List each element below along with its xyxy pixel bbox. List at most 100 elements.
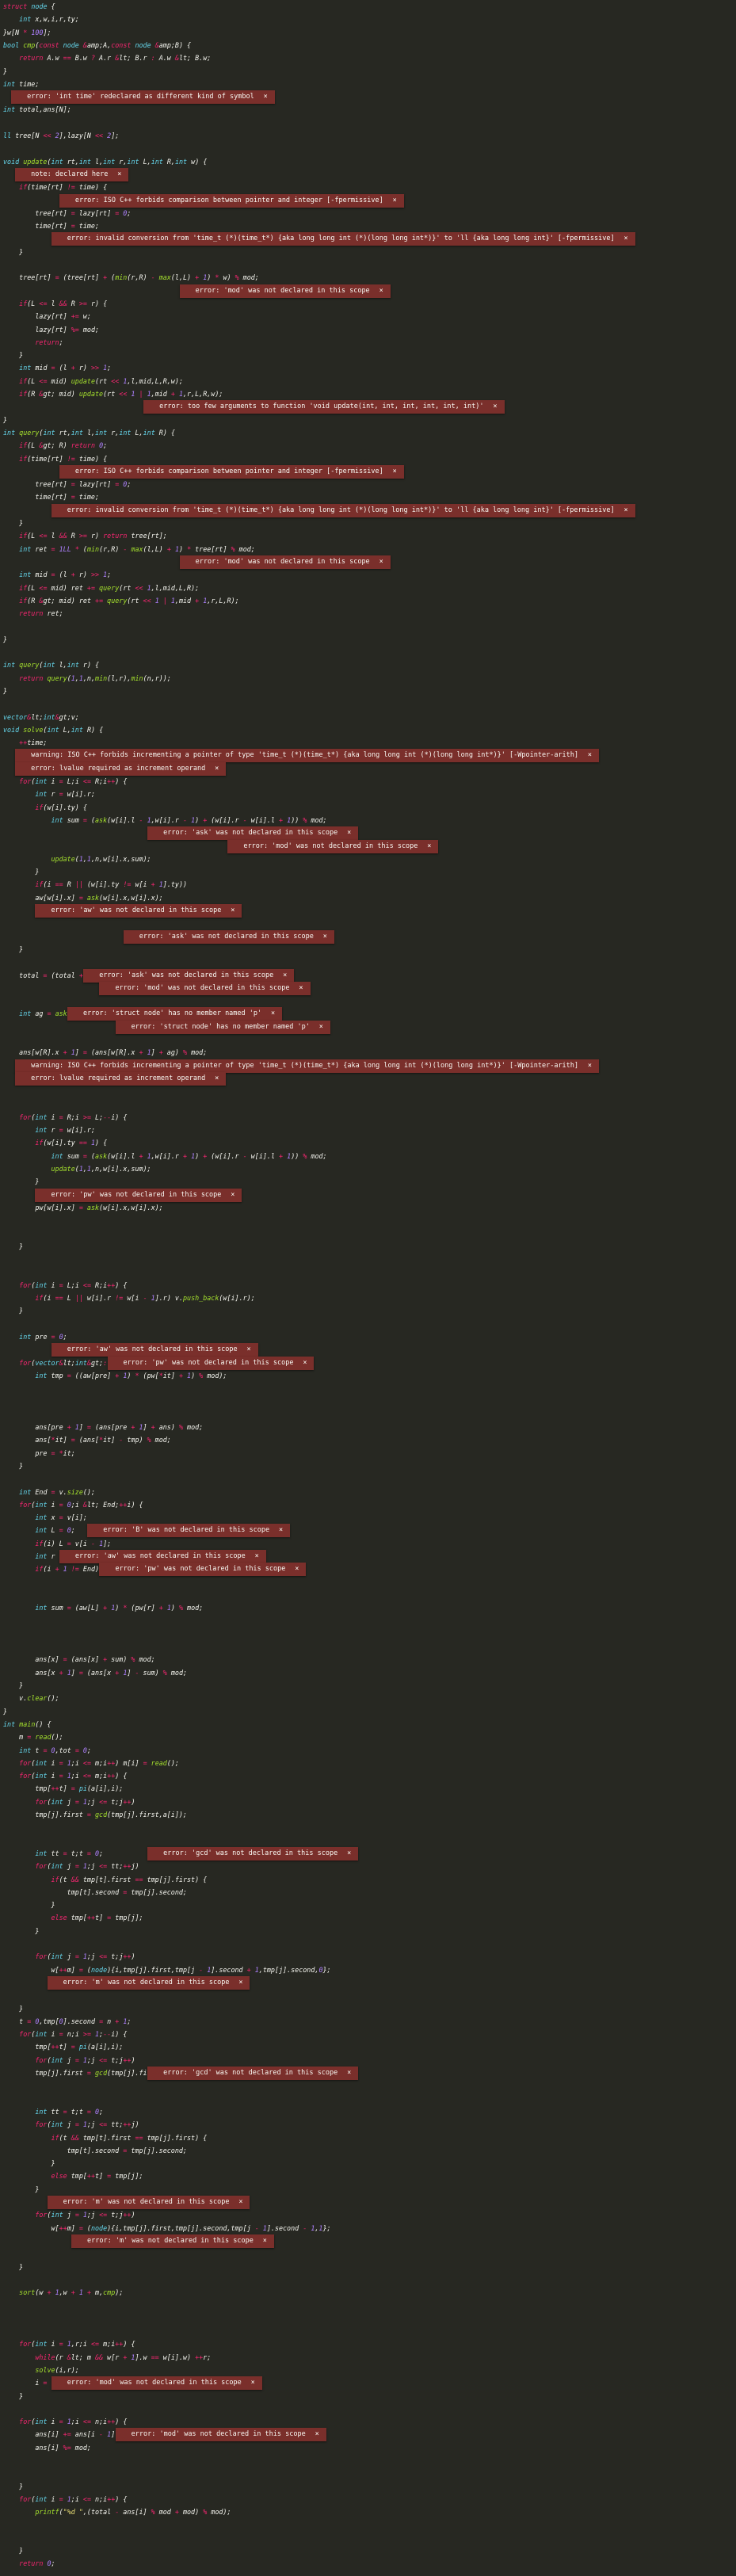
close-icon[interactable]: × bbox=[303, 1357, 307, 1370]
close-icon[interactable]: × bbox=[215, 1072, 219, 1086]
code-line: vector&lt;int&gt;v; bbox=[3, 712, 79, 721]
code-line: int mid = (l + r) >> 1; bbox=[19, 364, 112, 372]
code-line: if(time[rt] != time) { bbox=[19, 454, 108, 463]
close-icon[interactable]: × bbox=[393, 465, 397, 479]
close-icon[interactable]: × bbox=[215, 762, 219, 776]
error-tooltip[interactable]: error: 'm' was not declared in this scop… bbox=[47, 2196, 250, 2209]
close-icon[interactable]: × bbox=[264, 90, 268, 104]
error-tooltip[interactable]: error: 'ask' was not declared in this sc… bbox=[147, 826, 359, 841]
error-tooltip[interactable]: warning: ISO C++ forbids incrementing a … bbox=[15, 1059, 600, 1073]
close-icon[interactable]: × bbox=[238, 2196, 242, 2209]
code-line: if(R &gt; mid) update(rt << 1 | 1,mid + … bbox=[19, 390, 223, 398]
code-editor[interactable]: struct node { int x,w,i,r,ty;}w[N * 100]… bbox=[0, 0, 736, 2576]
code-line: if(L <= l && R >= r) return tree[rt]; bbox=[19, 532, 167, 540]
error-tooltip[interactable]: error: 'B' was not declared in this scop… bbox=[87, 1524, 291, 1538]
close-icon[interactable]: × bbox=[319, 1021, 323, 1034]
close-icon[interactable]: × bbox=[271, 1007, 275, 1021]
close-icon[interactable]: × bbox=[379, 284, 383, 298]
code-line: w[++m] = (node){i,tmp[j].first,tmp[j - 1… bbox=[3, 1965, 331, 1974]
close-icon[interactable]: × bbox=[247, 1343, 251, 1357]
error-tooltip[interactable]: error: 'aw' was not declared in this sco… bbox=[35, 904, 242, 918]
error-tooltip[interactable]: error: 'pw' was not declared in this sco… bbox=[107, 1356, 315, 1370]
close-icon[interactable]: × bbox=[393, 194, 397, 208]
close-icon[interactable]: × bbox=[231, 904, 235, 918]
error-tooltip[interactable]: error: 'int time' redeclared as differen… bbox=[11, 90, 275, 105]
error-tooltip[interactable]: error: invalid conversion from 'time_t (… bbox=[51, 503, 635, 517]
error-tooltip[interactable]: error: 'mod' was not declared in this sc… bbox=[115, 2428, 326, 2442]
close-icon[interactable]: × bbox=[263, 2234, 267, 2248]
error-message: error: 'aw' was not declared in this sco… bbox=[67, 1345, 238, 1354]
error-tooltip[interactable]: error: ISO C++ forbids comparison betwee… bbox=[59, 193, 404, 208]
close-icon[interactable]: × bbox=[117, 168, 121, 181]
error-tooltip[interactable]: error: 'pw' was not declared in this sco… bbox=[35, 1188, 242, 1202]
error-message: error: 'ask' was not declared in this sc… bbox=[163, 829, 338, 838]
code-line: else tmp[++t] = tmp[j]; bbox=[51, 2172, 143, 2181]
code-line: void update(int rt,int l,int r,int L,int… bbox=[3, 157, 208, 166]
close-icon[interactable]: × bbox=[283, 969, 287, 983]
error-tooltip[interactable]: error: 'struct node' has no member named… bbox=[115, 1020, 330, 1034]
close-icon[interactable]: × bbox=[493, 400, 497, 414]
error-tooltip[interactable]: error: 'struct node' has no member named… bbox=[67, 1007, 283, 1021]
error-tooltip[interactable]: error: 'm' was not declared in this scop… bbox=[47, 1975, 250, 1990]
error-tooltip[interactable]: error: 'pw' was not declared in this sco… bbox=[99, 1563, 307, 1577]
error-message: error: 'ask' was not declared in this sc… bbox=[139, 932, 314, 941]
code-line: for(int i = 1;i <= m;i++) { bbox=[19, 1772, 128, 1780]
code-line: } bbox=[3, 2547, 24, 2555]
error-tooltip[interactable]: error: too few arguments to function 'vo… bbox=[143, 400, 505, 414]
close-icon[interactable]: × bbox=[427, 840, 431, 853]
error-tooltip[interactable]: error: invalid conversion from 'time_t (… bbox=[51, 232, 635, 246]
close-icon[interactable]: × bbox=[624, 232, 627, 246]
error-tooltip[interactable]: error: 'mod' was not declared in this sc… bbox=[99, 981, 311, 995]
close-icon[interactable]: × bbox=[315, 2428, 319, 2441]
error-tooltip[interactable]: error: lvalue required as increment oper… bbox=[15, 1071, 227, 1086]
code-line: } bbox=[3, 1307, 24, 1315]
code-line: while(r &lt; m && w[r + 1].w == w[i].w) … bbox=[35, 2353, 212, 2361]
close-icon[interactable]: × bbox=[347, 1847, 351, 1860]
code-line: int x,w,i,r,ty; bbox=[19, 15, 79, 24]
error-tooltip[interactable]: error: 'aw' was not declared in this sco… bbox=[51, 1343, 258, 1357]
error-tooltip[interactable]: error: 'mod' was not declared in this sc… bbox=[51, 2376, 262, 2391]
code-line: ll tree[N << 2],lazy[N << 2]; bbox=[3, 132, 120, 139]
close-icon[interactable]: × bbox=[347, 826, 351, 840]
code-line: for(int i = 1;i <= n;i++) { bbox=[19, 2494, 128, 2503]
close-icon[interactable]: × bbox=[323, 930, 327, 944]
close-icon[interactable]: × bbox=[295, 1563, 299, 1576]
error-tooltip[interactable]: warning: ISO C++ forbids incrementing a … bbox=[15, 749, 600, 763]
code-line: } bbox=[3, 351, 24, 360]
close-icon[interactable]: × bbox=[251, 2376, 255, 2390]
code-line: } bbox=[3, 1926, 40, 1935]
close-icon[interactable]: × bbox=[231, 1189, 235, 1202]
code-line: } bbox=[3, 2482, 24, 2490]
close-icon[interactable]: × bbox=[299, 982, 303, 995]
error-message: error: lvalue required as increment oper… bbox=[31, 764, 206, 773]
code-line: if(L <= mid) update(rt << 1,l,mid,L,R,w)… bbox=[19, 376, 183, 385]
close-icon[interactable]: × bbox=[588, 749, 592, 762]
error-message: error: 'pw' was not declared in this sco… bbox=[123, 1358, 294, 1367]
close-icon[interactable]: × bbox=[279, 1524, 283, 1537]
error-tooltip[interactable]: error: ISO C++ forbids comparison betwee… bbox=[59, 464, 404, 479]
close-icon[interactable]: × bbox=[588, 1059, 592, 1073]
close-icon[interactable]: × bbox=[255, 1550, 259, 1563]
code-line: if(w[i].ty == 1) { bbox=[35, 1139, 108, 1147]
code-line: update(1,1,n,w[i].x,sum); bbox=[51, 1165, 151, 1173]
close-icon[interactable]: × bbox=[379, 555, 383, 569]
error-tooltip[interactable]: error: 'gcd' was not declared in this sc… bbox=[147, 1846, 359, 1860]
close-icon[interactable]: × bbox=[238, 1976, 242, 1990]
error-tooltip[interactable]: error: 'mod' was not declared in this sc… bbox=[179, 555, 391, 569]
error-tooltip[interactable]: error: 'ask' was not declared in this sc… bbox=[123, 929, 334, 944]
error-tooltip[interactable]: error: lvalue required as increment oper… bbox=[15, 761, 227, 776]
code-line: time[rt] = time; bbox=[3, 222, 100, 231]
error-tooltip[interactable]: note: declared here × bbox=[15, 167, 129, 181]
code-line: int tt = t;t = 0; bbox=[35, 2107, 104, 2116]
error-tooltip[interactable]: error: 'mod' was not declared in this sc… bbox=[227, 839, 439, 853]
error-tooltip[interactable]: error: 'gcd' was not declared in this sc… bbox=[147, 2067, 359, 2080]
error-tooltip[interactable]: error: 'm' was not declared in this scop… bbox=[71, 2234, 274, 2248]
error-tooltip[interactable]: error: 'mod' was not declared in this sc… bbox=[179, 284, 391, 298]
error-tooltip[interactable]: error: 'aw' was not declared in this sco… bbox=[59, 1550, 266, 1563]
close-icon[interactable]: × bbox=[624, 504, 627, 517]
code-line: return A.w == B.w ? A.r &lt; B.r : A.w &… bbox=[19, 54, 212, 63]
error-message: error: 'mod' was not declared in this sc… bbox=[67, 2379, 242, 2387]
code-line: } bbox=[3, 1177, 40, 1186]
close-icon[interactable]: × bbox=[347, 2067, 351, 2080]
error-tooltip[interactable]: error: 'ask' was not declared in this sc… bbox=[83, 968, 295, 983]
